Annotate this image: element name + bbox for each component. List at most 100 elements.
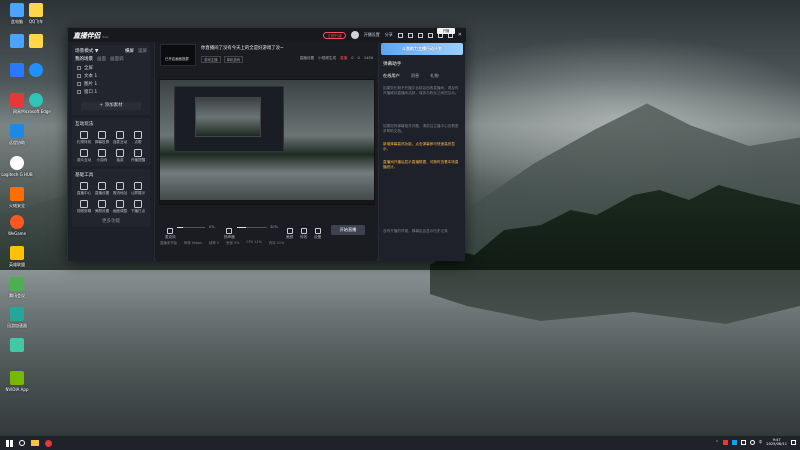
highlight-text: 新增弹幕高亮功能，点击弹幕即可快速高亮显示。 (383, 142, 455, 152)
user-icon (80, 149, 88, 157)
clock[interactable]: 9:47 2025/08/11 (766, 438, 787, 447)
speaker-slider[interactable] (237, 227, 267, 228)
tray-app-icon[interactable] (722, 439, 728, 445)
desktop-icon-xunyou[interactable]: 迅游加速器 (0, 307, 34, 328)
tool-minigame[interactable]: 小游戏 (93, 149, 111, 163)
mic-slider[interactable] (177, 227, 205, 228)
tool-audience[interactable]: 观众互动 (75, 149, 93, 163)
settings-link[interactable]: 开播设置 (364, 32, 380, 38)
headset-icon[interactable] (407, 32, 413, 38)
checkbox[interactable] (77, 74, 81, 78)
preview-taskbar (160, 200, 374, 204)
cloud-icon (10, 338, 24, 352)
stream-tag[interactable]: 单机游戏 (223, 56, 244, 63)
stream-preview[interactable] (159, 79, 375, 205)
ime-indicator[interactable]: 中 (759, 440, 763, 445)
monitor-icon (116, 200, 124, 208)
tool-screen-adjust[interactable]: 画面调整 (111, 200, 129, 214)
shirt-icon[interactable] (417, 32, 423, 38)
game-icon (98, 149, 106, 157)
tool-danmaku[interactable]: 弹幕投屏 (93, 131, 111, 145)
center-panel: 已开启画面投屏 你直播间了没有今天上的全是好游戏了没~ 游戏主播 单机游戏 直播… (156, 42, 377, 261)
tool-co-stream[interactable]: 连麦互动 (111, 131, 129, 145)
desktop-icon-edge[interactable]: Microsoft Edge (19, 93, 53, 114)
message-icon[interactable] (397, 32, 403, 38)
volume-icon[interactable] (749, 439, 755, 445)
checkbox[interactable] (77, 90, 81, 94)
tool-push-url[interactable]: 推流地址 (111, 182, 129, 196)
promo-banner[interactable]: 斗鱼助力主播行动计划 (381, 43, 463, 55)
tab-screen-adjust[interactable]: 画面调 (110, 56, 124, 62)
tool-beauty[interactable]: 美颜设置 (93, 200, 111, 214)
scene-mode-dropdown[interactable]: 场景模式 ▼ (75, 48, 98, 54)
desktop-icon-nvidia-app[interactable]: NVIDIA App (0, 371, 34, 392)
share-link[interactable]: 分享 (385, 32, 393, 38)
desktop-icon-logitech[interactable]: Logitech G HUB (0, 156, 34, 177)
desktop-icon-lol[interactable]: 英雄联盟 (0, 246, 34, 267)
tool-video-edit[interactable]: 视频剪辑 (75, 200, 93, 214)
stat-value: 0 (357, 56, 360, 60)
scene-item[interactable]: 文本 1 (75, 72, 147, 80)
scene-item[interactable]: 窗口 1 (75, 88, 147, 96)
lol-icon (10, 246, 24, 260)
tool-song[interactable]: 点歌 (129, 131, 147, 145)
live-settings-link[interactable]: 直播设置 (300, 56, 314, 61)
stream-tag[interactable]: 游戏主播 (201, 56, 221, 63)
avatar[interactable] (350, 31, 359, 39)
file-explorer-icon[interactable] (31, 440, 39, 446)
tool-reminder[interactable]: 开播提醒 (129, 149, 147, 163)
tray-app-icon[interactable] (731, 439, 737, 445)
right-panel: 斗鱼助力主播行动计划 弹幕助手 在线用户 消息 礼物 如果您长期不开播平台将会回… (378, 42, 465, 261)
desktop-icon-qq-speed[interactable]: QQ飞车 (19, 3, 53, 24)
desktop-icon-nvidia[interactable] (0, 338, 34, 354)
desktop-icon-meeting[interactable]: 腾讯会议 (0, 277, 34, 298)
streaming-app-taskbar-icon[interactable] (45, 439, 52, 447)
tab-my-scenes[interactable]: 我的场景 (75, 56, 93, 62)
tool-gift-effect[interactable]: 礼物特效 (75, 131, 93, 145)
info-text-highlight: 直播间开播后显示直播数据，可随时查看本场直播统计。 (383, 160, 459, 170)
clip-link[interactable]: 小视频生成 (318, 56, 336, 61)
scene-item[interactable]: 图片 1 (75, 80, 147, 88)
start-live-button[interactable]: 开始直播 (331, 225, 365, 235)
tab-portrait[interactable]: 竖屏 (138, 48, 147, 54)
tab-gifts[interactable]: 礼物 (430, 73, 438, 79)
more-tools-link[interactable]: 更多功能 (75, 218, 147, 224)
stream-header: 已开启画面投屏 你直播间了没有今天上的全是好游戏了没~ 游戏主播 单机游戏 直播… (158, 43, 375, 73)
beauty-icon (286, 228, 293, 234)
stream-cover[interactable]: 已开启画面投屏 (160, 44, 196, 66)
windows-start-icon[interactable] (6, 439, 13, 447)
desktop-icon-4[interactable] (19, 34, 53, 50)
tool-live-center[interactable]: 直播中心 (75, 182, 93, 196)
xunyou-icon (10, 307, 24, 321)
desktop-icon-qq[interactable] (19, 63, 53, 79)
tab-screen[interactable]: 画面 (97, 56, 106, 62)
tool-mark[interactable]: 下播打点 (129, 200, 147, 214)
tool-public-screen[interactable]: 公屏展示 (129, 182, 147, 196)
checkbox[interactable] (77, 66, 81, 70)
search-icon[interactable] (19, 440, 25, 446)
tab-landscape[interactable]: 横屏 (125, 48, 134, 54)
tool-lottery[interactable]: 抽奖 (111, 149, 129, 163)
notification-icon[interactable] (791, 439, 796, 445)
close-icon[interactable]: ✕ (458, 32, 462, 38)
qq-speed-icon (29, 3, 43, 17)
desktop-icon-remote[interactable]: 远程协助 (0, 124, 34, 145)
danmaku-icon (98, 131, 106, 139)
link-icon (116, 182, 124, 190)
desktop-icon-huorong[interactable]: 火绒安全 (0, 187, 34, 208)
music-icon (134, 131, 142, 139)
tab-messages[interactable]: 消息 (411, 73, 419, 79)
add-source-button[interactable]: + 添加素材 (81, 102, 141, 110)
stream-title[interactable]: 你直播间了没有今天上的全是好游戏了没~ (201, 45, 284, 51)
stat-value: 1456 (363, 56, 373, 60)
tab-online-users[interactable]: 在线用户 (383, 73, 400, 79)
upgrade-button[interactable]: 立即升级 (323, 31, 346, 39)
chevron-up-icon[interactable]: ^ (716, 440, 719, 444)
home-icon (80, 182, 88, 190)
tool-live-settings[interactable]: 直播设置 (93, 182, 111, 196)
menu-icon[interactable] (427, 32, 433, 38)
checkbox[interactable] (77, 82, 81, 86)
scene-item[interactable]: 全屏 (75, 64, 147, 72)
desktop-icon-wegame[interactable]: WeGame (0, 215, 34, 236)
network-icon[interactable] (740, 439, 746, 445)
